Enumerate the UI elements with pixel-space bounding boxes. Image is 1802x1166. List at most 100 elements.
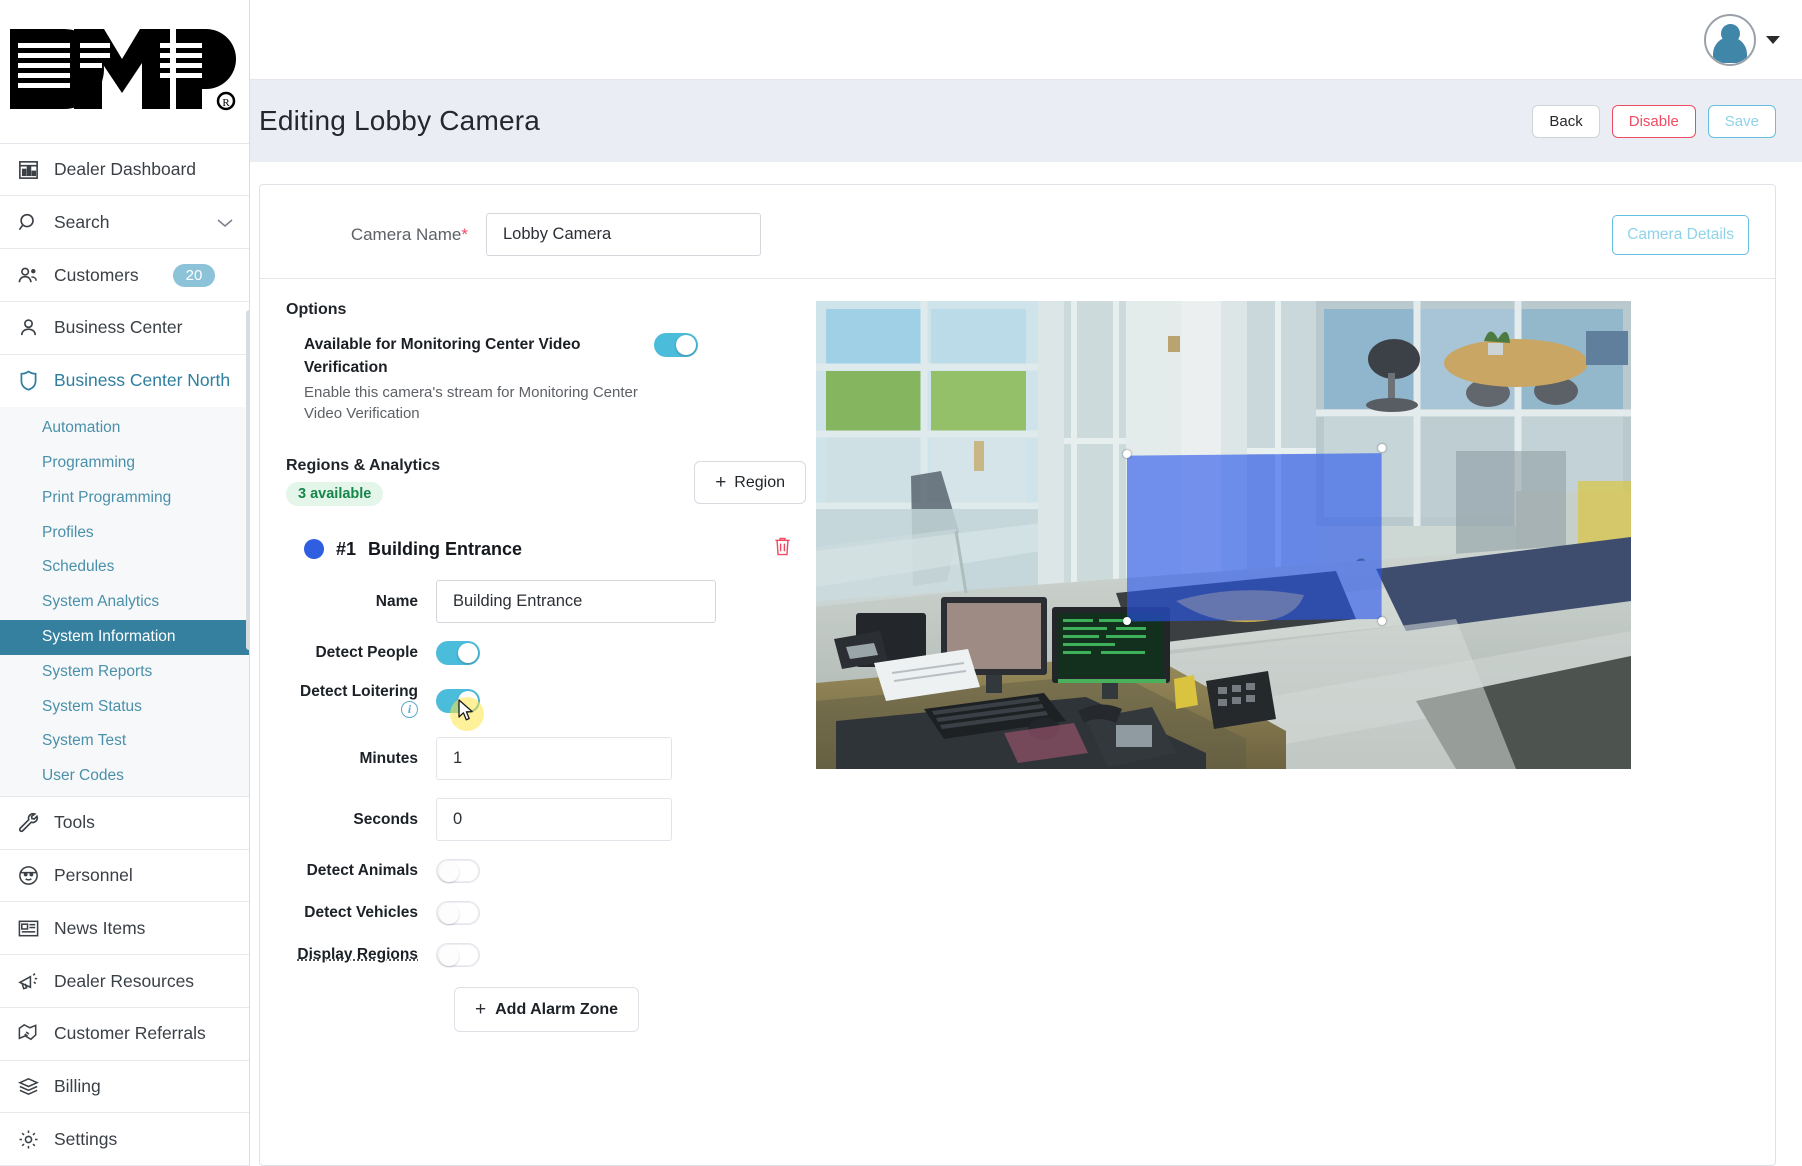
region-overlay[interactable] [1126, 453, 1382, 622]
save-button[interactable]: Save [1707, 104, 1776, 138]
detect-vehicles-label: Detect Vehicles [304, 904, 418, 921]
brand-logo[interactable]: R [0, 0, 249, 144]
sidebar-subitem-profiles[interactable]: Profiles [0, 516, 249, 551]
regions-header-text: Regions & Analytics 3 available [286, 457, 440, 506]
sidebar-item-label: Business Center North [54, 370, 231, 391]
region-index-label: #1 [336, 538, 357, 559]
display-regions-toggle[interactable] [436, 943, 480, 967]
display-regions-toggle-cell [436, 943, 502, 967]
sidebar-item-label: Customer Referrals [54, 1023, 206, 1044]
chevron-down-icon[interactable] [1766, 35, 1780, 44]
regions-header: Regions & Analytics 3 available + Region [286, 425, 806, 506]
page-header: Editing Lobby Camera Back Disable Save [250, 80, 1802, 162]
region-color-dot[interactable] [304, 539, 324, 559]
camera-preview-wrap [816, 301, 1631, 769]
trash-icon[interactable] [773, 536, 792, 562]
avatar[interactable] [1704, 13, 1756, 66]
sidebar-subitem-programming[interactable]: Programming [0, 446, 249, 481]
sidebar-item-settings[interactable]: Settings [0, 1113, 249, 1166]
region-title: Building Entrance [368, 538, 523, 559]
camera-preview-column [816, 301, 1749, 1165]
region-name-label: Name [375, 592, 418, 610]
sidebar-subitem-print-programming[interactable]: Print Programming [0, 481, 249, 516]
camera-name-label-text: Camera Name [350, 224, 462, 244]
avatar-body [1713, 36, 1747, 63]
sidebar-subitem-user-codes[interactable]: User Codes [0, 759, 249, 794]
detect-loitering-label-text: Detect Loitering [300, 683, 418, 700]
add-alarm-zone-label: Add Alarm Zone [495, 1000, 619, 1018]
sidebar-item-label: Settings [54, 1128, 118, 1149]
toggle-knob [439, 904, 459, 924]
detect-people-row: Detect People [286, 623, 806, 665]
header-actions: Back Disable Save [1532, 104, 1776, 138]
detect-loitering-toggle[interactable] [436, 689, 480, 713]
sidebar-item-tools[interactable]: Tools [0, 797, 249, 850]
sidebar: R Dealer Dashboard Search Customers 20 B… [0, 0, 250, 1166]
monitoring-option-description: Enable this camera's stream for Monitori… [304, 383, 638, 423]
add-region-label: Region [734, 473, 785, 491]
regions-available-badge: 3 available [286, 482, 384, 506]
sidebar-item-business-center[interactable]: Business Center [0, 302, 249, 355]
camera-preview-frame[interactable] [816, 301, 1631, 769]
detect-animals-toggle-cell [436, 859, 502, 883]
sidebar-item-label: Customers [54, 264, 139, 285]
sidebar-item-customer-referrals[interactable]: Customer Referrals [0, 1008, 249, 1061]
sidebar-subitem-system-status[interactable]: System Status [0, 690, 249, 725]
sidebar-item-label: Personnel [54, 865, 133, 886]
sidebar-item-billing[interactable]: Billing [0, 1061, 249, 1114]
main-content: Editing Lobby Camera Back Disable Save C… [250, 80, 1802, 1166]
seconds-input[interactable] [436, 798, 672, 841]
toggle-knob [458, 643, 478, 663]
sidebar-item-search[interactable]: Search [0, 196, 249, 250]
app-shell: R Dealer Dashboard Search Customers 20 B… [0, 0, 1802, 1166]
handshake-icon [16, 1022, 40, 1046]
chevron-down-icon[interactable] [217, 212, 233, 233]
required-marker: * [461, 224, 468, 244]
info-icon[interactable]: i [401, 701, 418, 719]
regions-section-title: Regions & Analytics [286, 457, 441, 474]
region-handle-top-right[interactable] [1377, 443, 1386, 452]
monitoring-toggle[interactable] [654, 333, 698, 357]
plus-icon: + [475, 999, 487, 1020]
sidebar-item-customers[interactable]: Customers 20 [0, 249, 249, 302]
content-area: Camera Name* Camera Details Options Avai… [250, 162, 1802, 1166]
sidebar-scrollbar[interactable] [246, 310, 249, 650]
sidebar-item-label: News Items [54, 917, 146, 938]
disable-button[interactable]: Disable [1611, 104, 1696, 138]
minutes-label: Minutes [359, 749, 418, 767]
sidebar-subitem-schedules[interactable]: Schedules [0, 550, 249, 585]
sidebar-item-dealer-resources[interactable]: Dealer Resources [0, 955, 249, 1008]
monitoring-option-text: Available for Monitoring Center Video Ve… [304, 333, 654, 425]
region-title-row: #1 Building Entrance [286, 506, 806, 562]
add-region-button[interactable]: + Region [694, 461, 806, 504]
sidebar-item-dealer-dashboard[interactable]: Dealer Dashboard [0, 144, 249, 197]
gear-icon [16, 1127, 40, 1151]
region-name-input[interactable] [436, 580, 716, 623]
detect-people-toggle[interactable] [436, 641, 480, 665]
sidebar-item-personnel[interactable]: Personnel [0, 850, 249, 903]
sidebar-subitem-system-test[interactable]: System Test [0, 724, 249, 759]
region-handle-bottom-right[interactable] [1377, 617, 1386, 626]
detect-animals-toggle[interactable] [436, 859, 480, 883]
sidebar-item-label: Tools [54, 812, 95, 833]
user-menu[interactable] [1704, 13, 1780, 66]
sidebar-subitem-automation[interactable]: Automation [0, 411, 249, 446]
add-alarm-zone-button[interactable]: + Add Alarm Zone [454, 987, 640, 1032]
detect-people-label: Detect People [315, 644, 418, 661]
sidebar-subitem-system-analytics[interactable]: System Analytics [0, 585, 249, 620]
sidebar-item-business-center-north[interactable]: Business Center North [0, 355, 249, 408]
detect-loitering-row: Detect Loiteringi [286, 665, 806, 731]
detect-vehicles-toggle[interactable] [436, 901, 480, 925]
personnel-icon [16, 864, 40, 888]
back-button[interactable]: Back [1532, 104, 1600, 138]
search-icon [16, 210, 40, 234]
sidebar-item-news-items[interactable]: News Items [0, 902, 249, 956]
minutes-input[interactable] [436, 737, 672, 780]
detect-people-toggle-cell [436, 641, 502, 665]
camera-name-input[interactable] [486, 213, 761, 256]
billing-icon [16, 1074, 40, 1098]
sidebar-subitem-system-information[interactable]: System Information [0, 620, 249, 655]
camera-details-button[interactable]: Camera Details [1612, 214, 1749, 255]
sidebar-subitem-system-reports[interactable]: System Reports [0, 655, 249, 690]
seconds-label: Seconds [353, 810, 418, 828]
